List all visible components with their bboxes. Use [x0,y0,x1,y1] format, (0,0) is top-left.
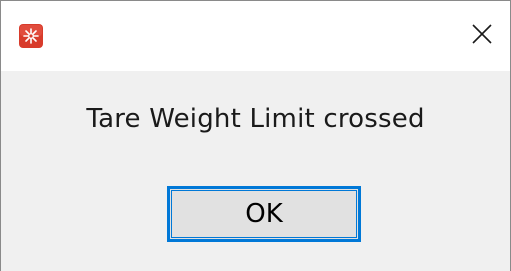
message-dialog: Tare Weight Limit crossed OK [0,0,511,271]
title-bar[interactable] [1,1,510,71]
close-button[interactable] [454,1,510,71]
app-icon [19,24,43,48]
dialog-message: Tare Weight Limit crossed [86,104,425,134]
close-icon [471,23,493,49]
ok-button[interactable]: OK [167,186,361,242]
ok-button-label: OK [245,199,283,229]
